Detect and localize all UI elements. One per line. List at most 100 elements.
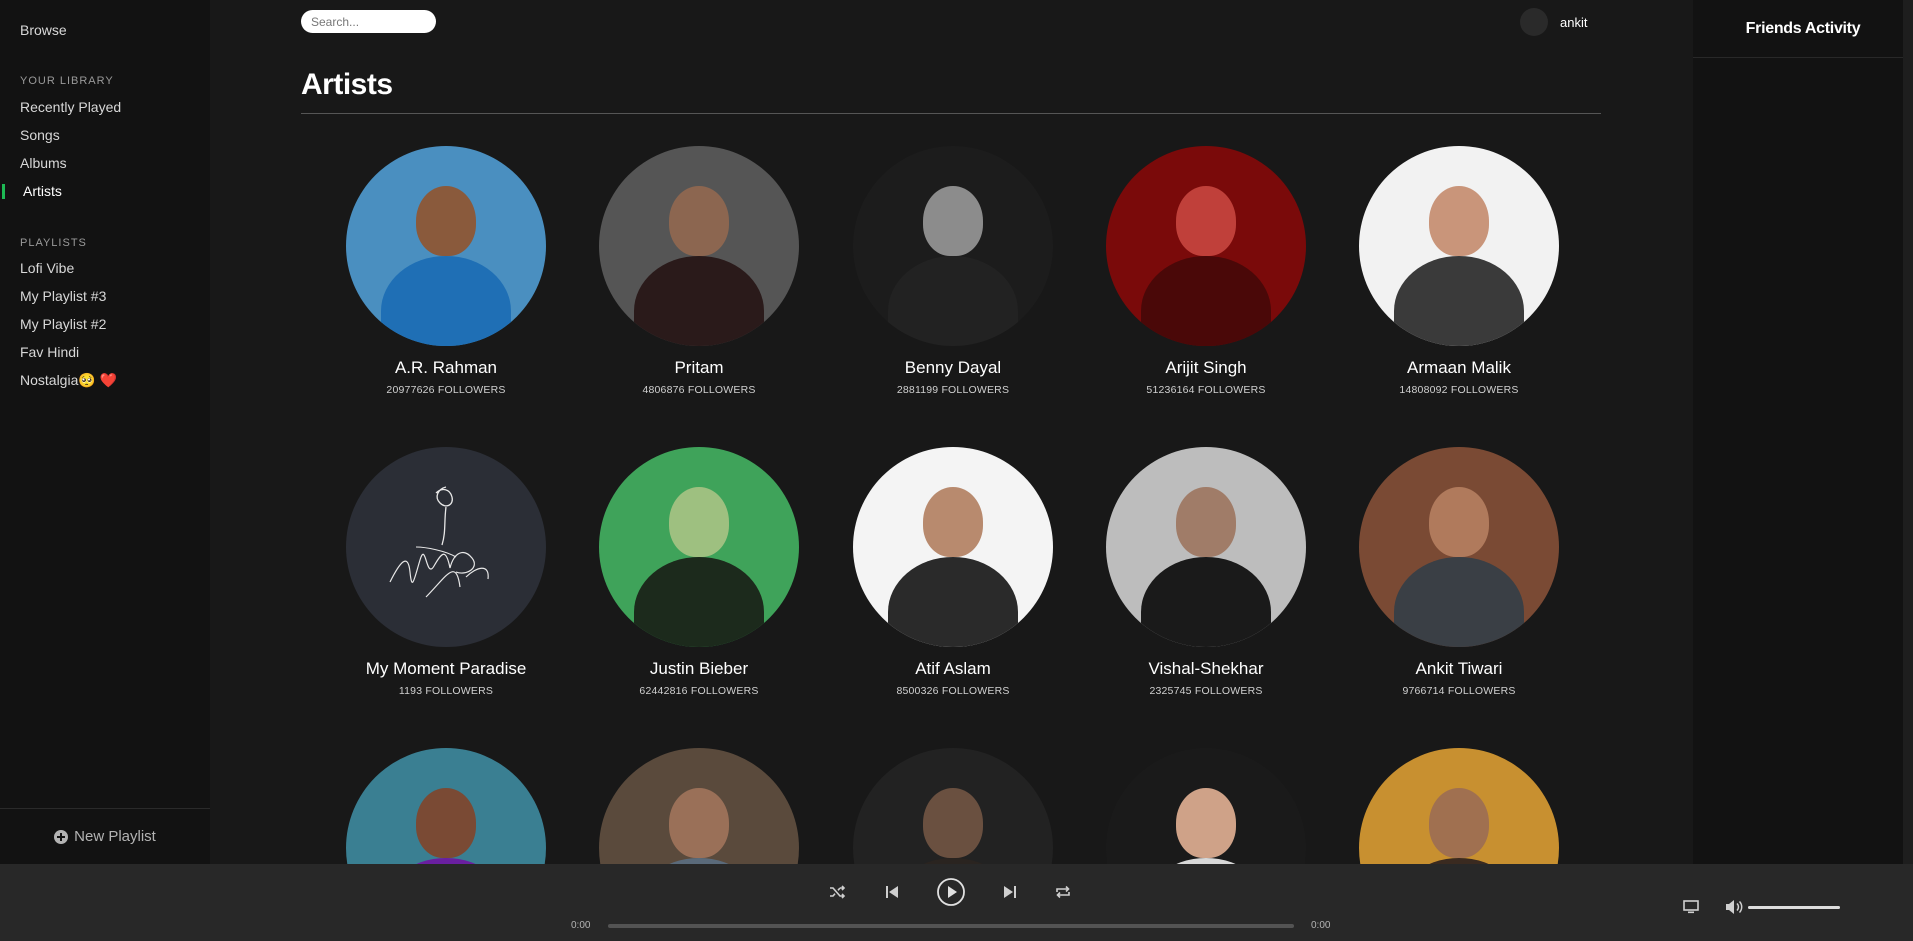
artist-body <box>888 557 1018 647</box>
artist-photo <box>599 748 799 864</box>
shuffle-icon[interactable] <box>829 884 847 900</box>
app: Browse YOUR LIBRARY Recently Played Song… <box>0 0 1913 941</box>
signature-logo-icon <box>389 486 489 598</box>
artist-card[interactable] <box>599 748 799 864</box>
new-playlist-label: New Playlist <box>74 828 156 845</box>
artist-card[interactable] <box>1359 748 1559 864</box>
artist-followers: 1193 FOLLOWERS <box>398 685 494 697</box>
artist-photo <box>346 146 546 346</box>
artist-followers: 2881199 FOLLOWERS <box>896 384 1010 396</box>
artist-head <box>1176 186 1236 256</box>
artist-name: Vishal-Shekhar <box>1148 659 1264 678</box>
artist-head <box>923 186 983 256</box>
artist-head <box>669 788 729 858</box>
repeat-icon[interactable] <box>1054 884 1072 900</box>
artist-photo <box>599 146 799 346</box>
artist-card[interactable]: Atif Aslam 8500326 FOLLOWERS <box>853 447 1053 697</box>
library-list: Recently Played Songs Albums Artists <box>0 93 210 205</box>
artist-head <box>416 186 476 256</box>
artist-body <box>634 557 764 647</box>
artist-card[interactable]: Pritam 4806876 FOLLOWERS <box>599 146 799 396</box>
artist-photo <box>599 447 799 647</box>
artist-photo <box>853 146 1053 346</box>
title-divider <box>301 113 1601 114</box>
artist-head <box>1429 186 1489 256</box>
artist-card[interactable] <box>853 748 1053 864</box>
artist-followers: 9766714 FOLLOWERS <box>1402 685 1516 697</box>
artist-followers: 20977626 FOLLOWERS <box>386 384 506 396</box>
friends-activity-title: Friends Activity <box>1693 0 1913 58</box>
artist-card[interactable]: Vishal-Shekhar 2325745 FOLLOWERS <box>1106 447 1306 697</box>
artist-body <box>888 256 1018 346</box>
artist-body <box>1141 256 1271 346</box>
friends-activity-panel: Friends Activity <box>1693 0 1913 864</box>
playlist-list: Lofi Vibe My Playlist #3 My Playlist #2 … <box>0 254 210 394</box>
next-icon[interactable] <box>1003 884 1017 900</box>
artist-photo <box>1106 447 1306 647</box>
artist-card[interactable]: My Moment Paradise 1193 FOLLOWERS <box>346 447 546 697</box>
artist-photo <box>853 447 1053 647</box>
playlist-item[interactable]: My Playlist #3 <box>0 282 210 310</box>
artist-body <box>1394 557 1524 647</box>
artist-name: My Moment Paradise <box>365 659 527 678</box>
username: ankit <box>1560 14 1588 30</box>
main-content: ankit Artists A.R. Rahman 20977626 FOLLOW… <box>210 0 1693 864</box>
artist-name: Justin Bieber <box>649 659 749 678</box>
artist-body <box>1141 557 1271 647</box>
artist-followers: 8500326 FOLLOWERS <box>896 685 1010 697</box>
artist-name: Ankit Tiwari <box>1415 659 1503 678</box>
playlist-item[interactable]: Fav Hindi <box>0 338 210 366</box>
playlist-item[interactable]: My Playlist #2 <box>0 310 210 338</box>
new-playlist-button[interactable]: New Playlist <box>0 808 210 864</box>
artist-head <box>1176 487 1236 557</box>
artist-card[interactable]: Arijit Singh 51236164 FOLLOWERS <box>1106 146 1306 396</box>
artist-head <box>1429 788 1489 858</box>
artist-head <box>923 788 983 858</box>
artist-followers: 4806876 FOLLOWERS <box>642 384 756 396</box>
artist-body <box>381 256 511 346</box>
sidebar-item-recently-played[interactable]: Recently Played <box>0 93 210 121</box>
time-current: 0:00 <box>571 920 591 931</box>
artist-photo <box>1359 748 1559 864</box>
artist-card[interactable]: Justin Bieber 62442816 FOLLOWERS <box>599 447 799 697</box>
artist-card[interactable]: Ankit Tiwari 9766714 FOLLOWERS <box>1359 447 1559 697</box>
artist-name: Benny Dayal <box>904 358 1002 377</box>
sidebar-item-albums[interactable]: Albums <box>0 149 210 177</box>
playlist-item[interactable]: Nostalgia🥺 ❤️ <box>0 366 210 394</box>
artist-name: Atif Aslam <box>915 659 991 678</box>
artist-photo <box>346 447 546 647</box>
scrollbar[interactable] <box>1903 0 1913 864</box>
previous-icon[interactable] <box>885 884 899 900</box>
artist-body <box>1394 256 1524 346</box>
artist-card[interactable]: Armaan Malik 14808092 FOLLOWERS <box>1359 146 1559 396</box>
artist-name: Armaan Malik <box>1407 358 1511 377</box>
play-icon <box>937 878 965 906</box>
volume-icon[interactable] <box>1725 899 1743 915</box>
artist-photo <box>1359 447 1559 647</box>
artist-name: Arijit Singh <box>1165 358 1247 377</box>
sidebar-item-artists[interactable]: Artists <box>0 177 210 205</box>
artist-card[interactable] <box>346 748 546 864</box>
time-total: 0:00 <box>1311 920 1331 931</box>
volume-slider[interactable] <box>1748 906 1840 909</box>
artist-card[interactable]: A.R. Rahman 20977626 FOLLOWERS <box>346 146 546 396</box>
artist-photo <box>1106 748 1306 864</box>
volume-fill <box>1748 906 1840 909</box>
play-button[interactable] <box>936 877 966 907</box>
artist-card[interactable] <box>1106 748 1306 864</box>
plus-circle-icon <box>54 829 69 844</box>
sidebar-item-browse[interactable]: Browse <box>0 16 67 44</box>
progress-bar[interactable] <box>608 924 1294 928</box>
sidebar: Browse YOUR LIBRARY Recently Played Song… <box>0 0 210 864</box>
library-section-title: YOUR LIBRARY <box>20 75 114 87</box>
playlist-item[interactable]: Lofi Vibe <box>0 254 210 282</box>
artist-head <box>416 788 476 858</box>
sidebar-item-songs[interactable]: Songs <box>0 121 210 149</box>
artist-followers: 62442816 FOLLOWERS <box>639 685 759 697</box>
artist-card[interactable]: Benny Dayal 2881199 FOLLOWERS <box>853 146 1053 396</box>
user-menu[interactable]: ankit <box>1520 8 1587 36</box>
device-icon[interactable] <box>1683 900 1699 914</box>
search-input[interactable] <box>301 10 436 33</box>
artist-head <box>669 487 729 557</box>
artist-followers: 2325745 FOLLOWERS <box>1149 685 1263 697</box>
